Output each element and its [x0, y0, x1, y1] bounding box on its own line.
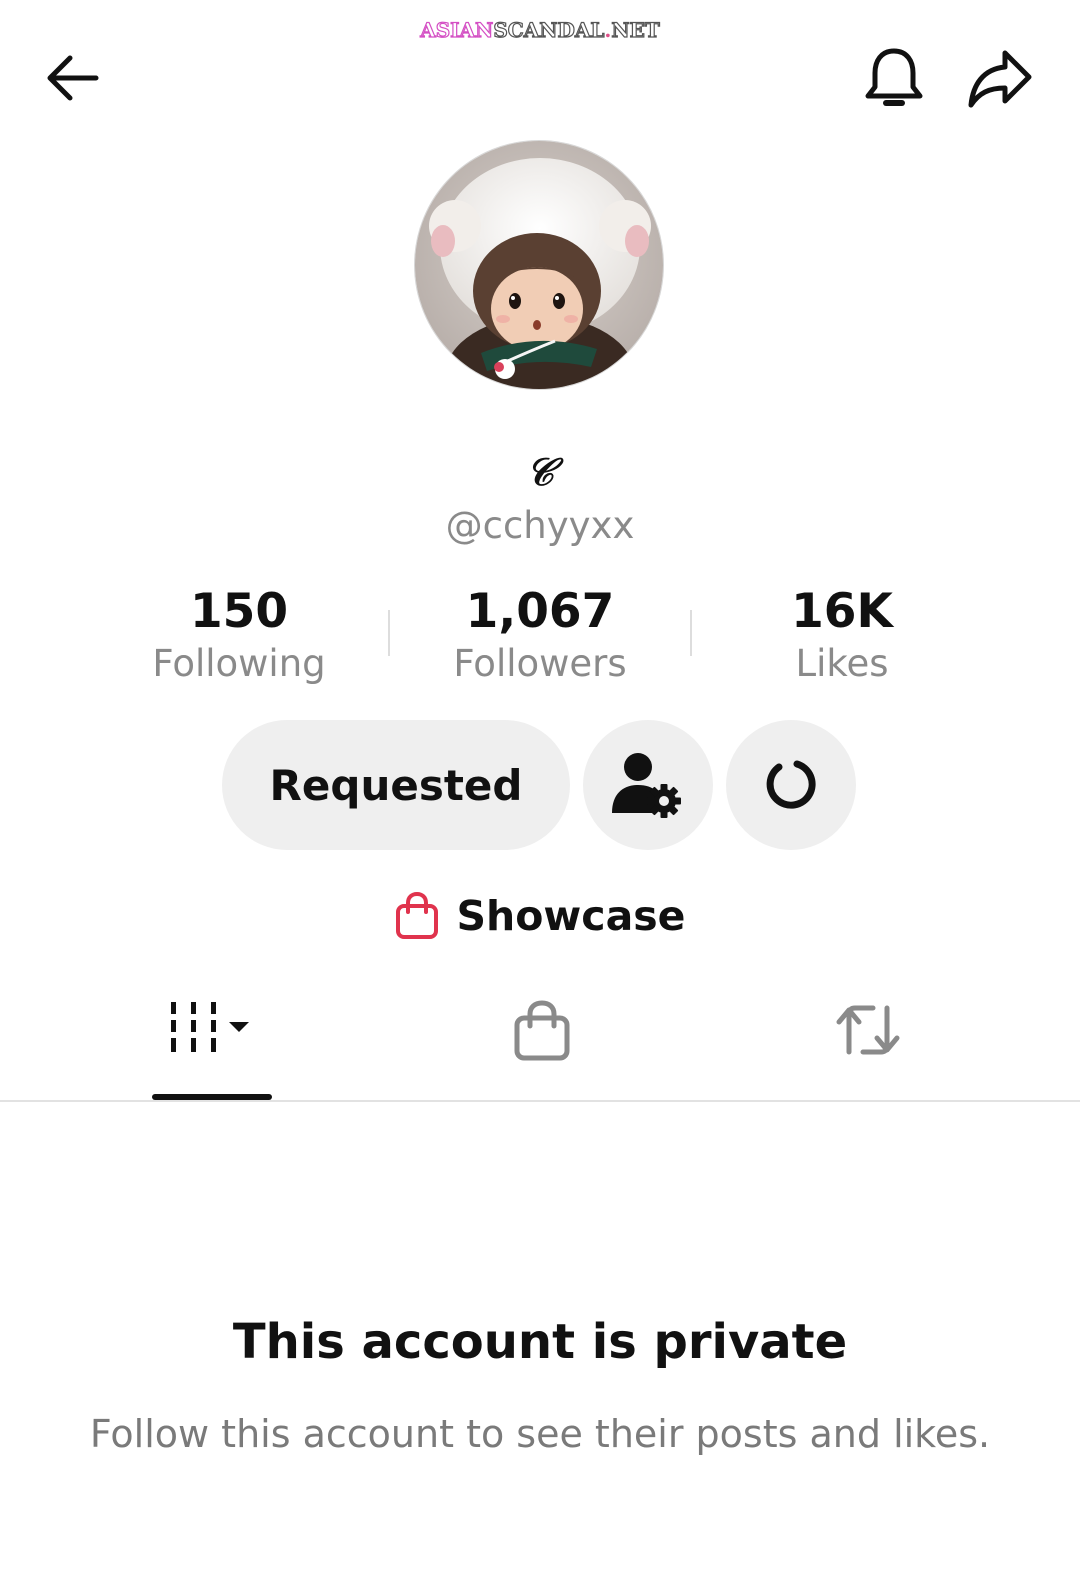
- watermark-part2: Scandal: [493, 17, 605, 42]
- person-gear-icon: [612, 753, 681, 818]
- tab-shop[interactable]: [480, 1000, 604, 1100]
- shopping-bag-icon: [514, 1000, 570, 1061]
- followers-count: 1,067: [465, 584, 615, 639]
- repost-icon: [836, 1005, 900, 1055]
- display-name: 𝒞: [526, 449, 554, 494]
- private-account-title: This account is private: [232, 1314, 848, 1370]
- watermark: AsianScandal.Net: [0, 17, 1080, 42]
- watermark-part1: Asian: [420, 17, 494, 42]
- followers-label: Followers: [453, 642, 627, 685]
- bell-icon: [865, 48, 923, 106]
- avatar-image: [415, 141, 663, 389]
- stat-followers[interactable]: 1,067 Followers: [390, 584, 690, 688]
- arrow-left-icon: [47, 55, 99, 101]
- notification-bell-button[interactable]: [856, 40, 932, 116]
- following-label: Following: [152, 642, 326, 685]
- following-count: 150: [189, 584, 289, 639]
- likes-count: 16K: [791, 584, 893, 639]
- share-arrow-icon: [968, 50, 1032, 108]
- back-button[interactable]: [34, 40, 110, 116]
- showcase-link[interactable]: Showcase: [0, 888, 1080, 944]
- stat-likes[interactable]: 16K Likes: [692, 584, 992, 688]
- likes-label: Likes: [795, 642, 889, 685]
- shopping-bag-icon: [395, 892, 438, 939]
- manage-friend-button[interactable]: [583, 720, 713, 850]
- watermark-part3: Net: [611, 17, 661, 42]
- tab-videos[interactable]: [150, 1000, 274, 1100]
- refresh-button[interactable]: [726, 720, 856, 850]
- private-account-subtitle: Follow this account to see their posts a…: [89, 1412, 991, 1456]
- refresh-icon: [766, 760, 816, 809]
- tabs-divider: [0, 1100, 1080, 1102]
- stat-following[interactable]: 150 Following: [89, 584, 389, 688]
- share-button[interactable]: [962, 40, 1038, 116]
- username-handle: @cchyyxx: [445, 504, 635, 547]
- requested-button[interactable]: Requested: [222, 720, 570, 850]
- grid-bars-dropdown-icon: [171, 1002, 249, 1052]
- profile-avatar[interactable]: [414, 140, 664, 390]
- tab-reposts[interactable]: [806, 1000, 930, 1100]
- showcase-label: Showcase: [456, 892, 686, 940]
